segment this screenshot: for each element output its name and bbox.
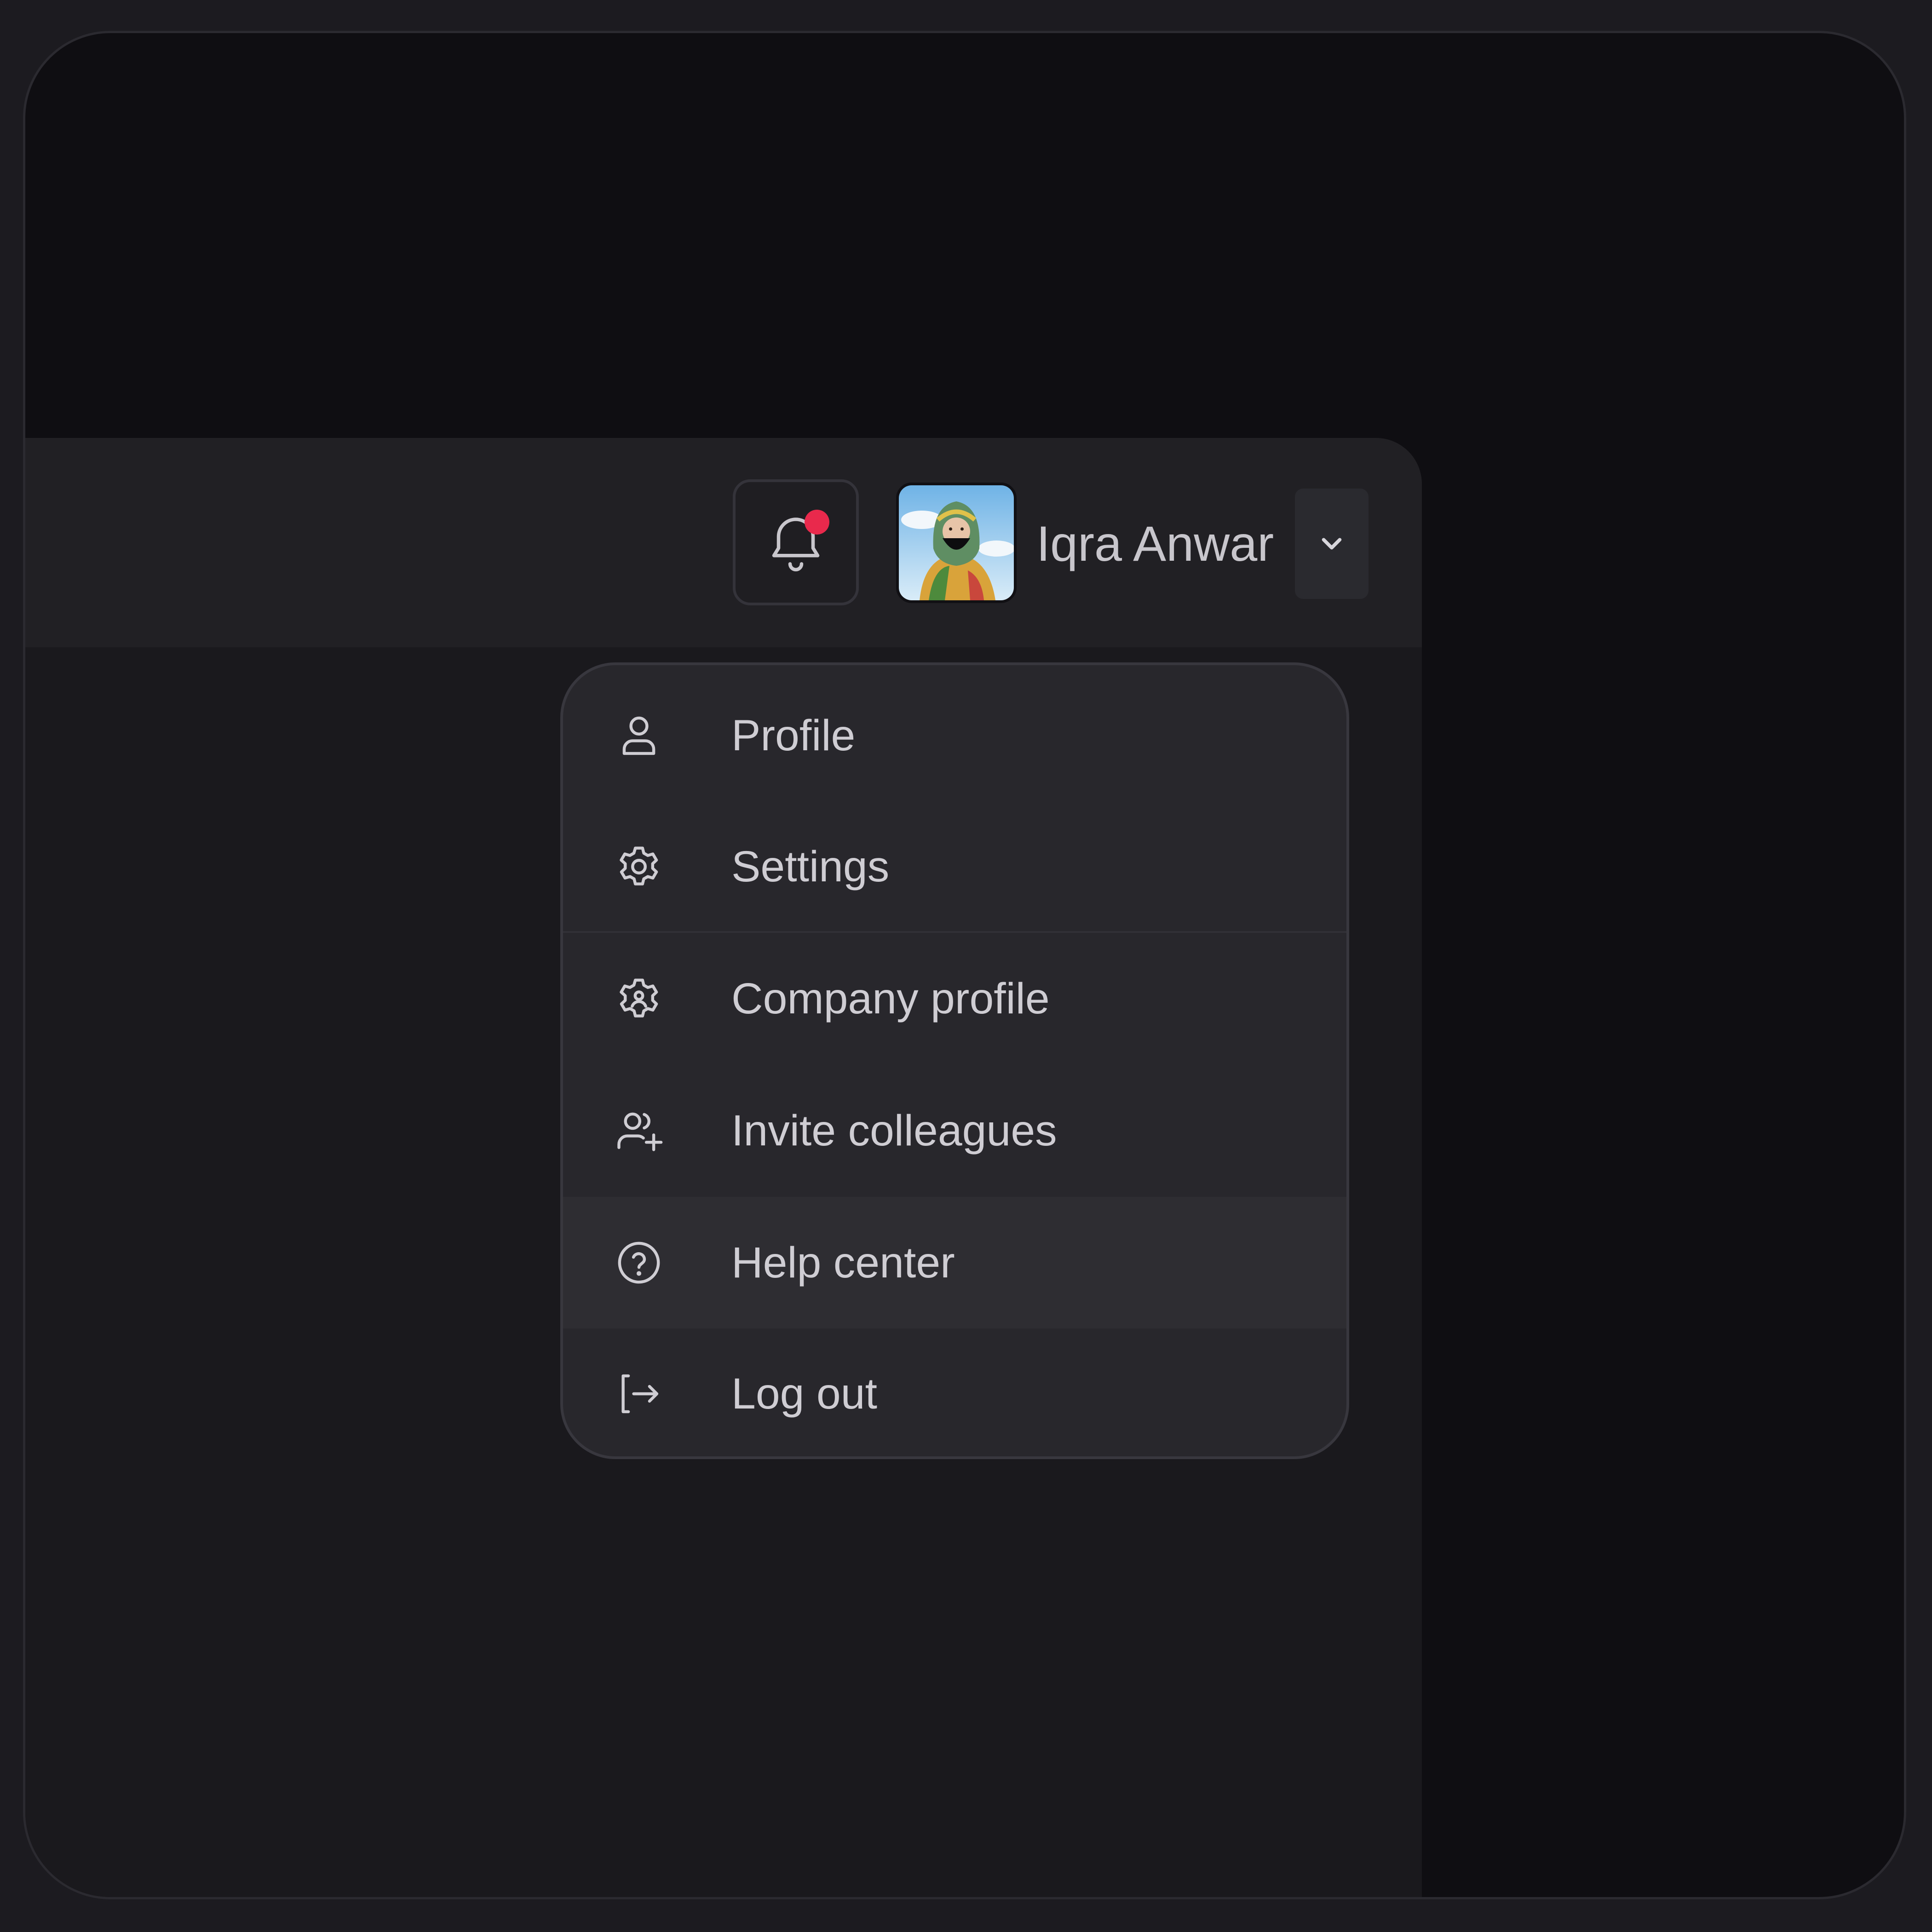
menu-item-label: Invite colleagues [731, 1106, 1057, 1155]
menu-item-label: Company profile [731, 974, 1050, 1023]
notifications-button[interactable] [733, 479, 859, 605]
top-bar: Iqra Anwar [25, 438, 1422, 647]
menu-item-label: Profile [731, 711, 856, 760]
account-menu: Profile Settings Company profile Invite … [560, 662, 1349, 1459]
notification-badge [805, 510, 829, 535]
help-circle-icon [614, 1237, 664, 1288]
gear-icon [614, 841, 664, 892]
menu-item-profile[interactable]: Profile [563, 669, 1346, 802]
user-icon [614, 710, 664, 761]
company-badge-icon [614, 973, 664, 1024]
menu-item-settings[interactable]: Settings [563, 802, 1346, 931]
chevron-down-icon [1322, 538, 1342, 550]
menu-item-label: Settings [731, 842, 890, 891]
menu-item-company-profile[interactable]: Company profile [563, 933, 1346, 1064]
logout-icon [614, 1368, 664, 1419]
menu-item-help-center[interactable]: Help center [563, 1197, 1346, 1328]
account-dropdown-button[interactable] [1295, 489, 1368, 599]
user-avatar-photo [899, 485, 1014, 600]
menu-item-label: Log out [731, 1369, 877, 1418]
app-window: Iqra Anwar Profile Settings Company prof… [23, 31, 1906, 1899]
menu-item-log-out[interactable]: Log out [563, 1328, 1346, 1456]
user-name[interactable]: Iqra Anwar [1036, 498, 1274, 590]
menu-item-invite-colleagues[interactable]: Invite colleagues [563, 1064, 1346, 1197]
avatar[interactable] [896, 483, 1017, 603]
users-plus-icon [614, 1105, 664, 1156]
menu-item-label: Help center [731, 1238, 955, 1287]
